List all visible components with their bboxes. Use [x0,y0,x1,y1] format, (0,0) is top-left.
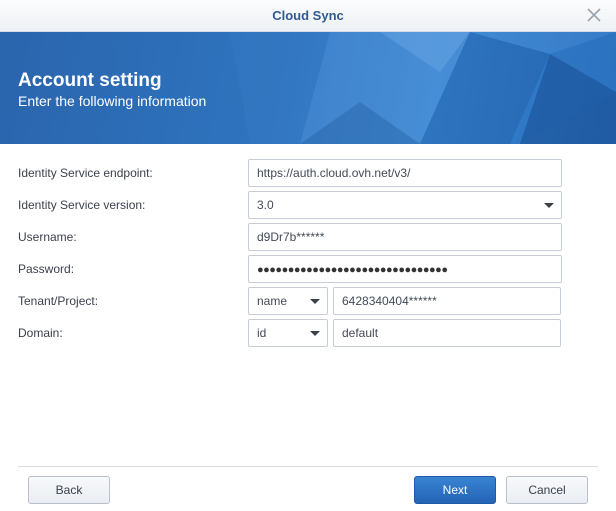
tenant-label: Tenant/Project: [18,294,99,308]
tenant-type-select[interactable]: name [248,287,328,315]
endpoint-row: Identity Service endpoint: https://auth.… [0,159,616,187]
header-banner: Account setting Enter the following info… [0,32,616,144]
page-title: Account setting [18,70,162,91]
footer-divider [18,466,598,467]
username-label: Username: [18,230,77,244]
endpoint-input[interactable]: https://auth.cloud.ovh.net/v3/ [248,159,562,187]
window-title: Cloud Sync [272,8,344,23]
version-select[interactable]: 3.0 [248,191,562,219]
password-row: Password: ●●●●●●●●●●●●●●●●●●●●●●●●●●●●●●… [0,255,616,283]
domain-label: Domain: [18,326,63,340]
page-subtitle: Enter the following information [18,93,207,109]
chevron-down-icon [310,331,320,336]
password-value: ●●●●●●●●●●●●●●●●●●●●●●●●●●●●●●● [257,264,448,276]
domain-type-value: id [257,326,267,340]
chevron-down-icon [544,203,554,208]
cancel-button[interactable]: Cancel [506,476,588,504]
domain-row: Domain: id default [0,319,616,347]
tenant-type-value: name [257,294,288,308]
tenant-value: 6428340404****** [342,294,437,308]
back-button[interactable]: Back [28,476,110,504]
password-input[interactable]: ●●●●●●●●●●●●●●●●●●●●●●●●●●●●●●● [248,255,562,283]
version-row: Identity Service version: 3.0 [0,191,616,219]
close-icon[interactable] [586,7,602,23]
domain-type-select[interactable]: id [248,319,328,347]
username-input[interactable]: d9Dr7b****** [248,223,562,251]
username-value: d9Dr7b****** [257,230,325,244]
tenant-row: Tenant/Project: name 6428340404****** [0,287,616,315]
next-button[interactable]: Next [414,476,496,504]
username-row: Username: d9Dr7b****** [0,223,616,251]
password-label: Password: [18,262,75,276]
domain-value: default [342,326,379,340]
domain-input[interactable]: default [333,319,561,347]
version-label: Identity Service version: [18,198,146,212]
chevron-down-icon [310,299,320,304]
endpoint-label: Identity Service endpoint: [18,166,153,180]
endpoint-value: https://auth.cloud.ovh.net/v3/ [257,166,411,180]
version-value: 3.0 [257,198,274,212]
tenant-input[interactable]: 6428340404****** [333,287,561,315]
window-titlebar: Cloud Sync [0,0,616,32]
